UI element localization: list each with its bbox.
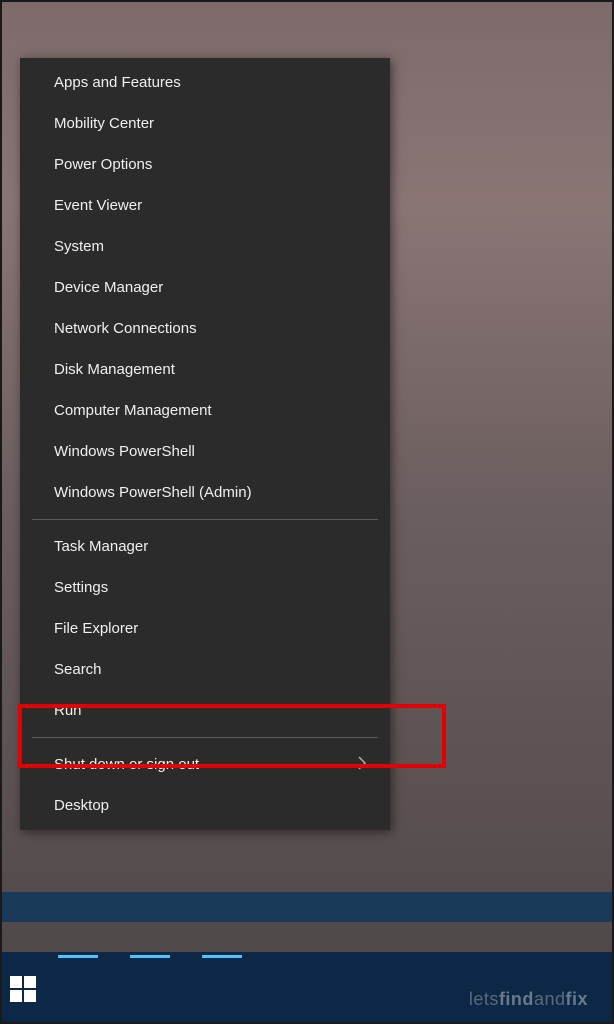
task-indicator (58, 955, 98, 958)
menu-search[interactable]: Search (20, 649, 390, 690)
menu-label: Computer Management (54, 402, 212, 419)
taskbar-bg-stripe (2, 892, 612, 922)
menu-run[interactable]: Run (20, 690, 390, 731)
menu-label: Network Connections (54, 320, 197, 337)
menu-device-manager[interactable]: Device Manager (20, 267, 390, 308)
menu-label: System (54, 238, 104, 255)
winx-context-menu: Apps and Features Mobility Center Power … (20, 58, 390, 830)
menu-disk-management[interactable]: Disk Management (20, 349, 390, 390)
windows-icon-tile (10, 976, 22, 988)
menu-label: Apps and Features (54, 74, 181, 91)
task-indicator (202, 955, 242, 958)
menu-label: Search (54, 661, 102, 678)
menu-file-explorer[interactable]: File Explorer (20, 608, 390, 649)
menu-label: Windows PowerShell (54, 443, 195, 460)
menu-label: Event Viewer (54, 197, 142, 214)
menu-label: Run (54, 702, 82, 719)
taskbar[interactable]: letsfindandfix (2, 952, 612, 1022)
task-indicator (130, 955, 170, 958)
menu-event-viewer[interactable]: Event Viewer (20, 185, 390, 226)
menu-apps-features[interactable]: Apps and Features (20, 62, 390, 103)
menu-task-manager[interactable]: Task Manager (20, 526, 390, 567)
menu-label: Settings (54, 579, 108, 596)
menu-label: Shut down or sign out (54, 756, 199, 773)
menu-label: Task Manager (54, 538, 148, 555)
menu-divider (32, 519, 378, 520)
windows-icon-tile (24, 976, 36, 988)
menu-powershell-admin[interactable]: Windows PowerShell (Admin) (20, 472, 390, 513)
menu-label: Disk Management (54, 361, 175, 378)
chevron-right-icon (358, 756, 366, 773)
menu-computer-management[interactable]: Computer Management (20, 390, 390, 431)
windows-icon-tile (10, 990, 22, 1002)
menu-desktop[interactable]: Desktop (20, 785, 390, 826)
watermark-text: and (534, 989, 566, 1009)
menu-label: Device Manager (54, 279, 163, 296)
watermark: letsfindandfix (469, 989, 588, 1010)
menu-power-options[interactable]: Power Options (20, 144, 390, 185)
menu-label: Windows PowerShell (Admin) (54, 484, 252, 501)
menu-divider (32, 737, 378, 738)
menu-label: File Explorer (54, 620, 138, 637)
start-button[interactable] (10, 976, 36, 1002)
menu-network-connections[interactable]: Network Connections (20, 308, 390, 349)
menu-powershell[interactable]: Windows PowerShell (20, 431, 390, 472)
menu-label: Power Options (54, 156, 152, 173)
menu-system[interactable]: System (20, 226, 390, 267)
watermark-text: lets (469, 989, 499, 1009)
menu-label: Desktop (54, 797, 109, 814)
watermark-text: fix (565, 989, 588, 1009)
menu-mobility-center[interactable]: Mobility Center (20, 103, 390, 144)
menu-shutdown[interactable]: Shut down or sign out (20, 744, 390, 785)
windows-icon-tile (24, 990, 36, 1002)
watermark-text: find (499, 989, 534, 1009)
task-indicators (58, 955, 242, 958)
menu-settings[interactable]: Settings (20, 567, 390, 608)
menu-label: Mobility Center (54, 115, 154, 132)
